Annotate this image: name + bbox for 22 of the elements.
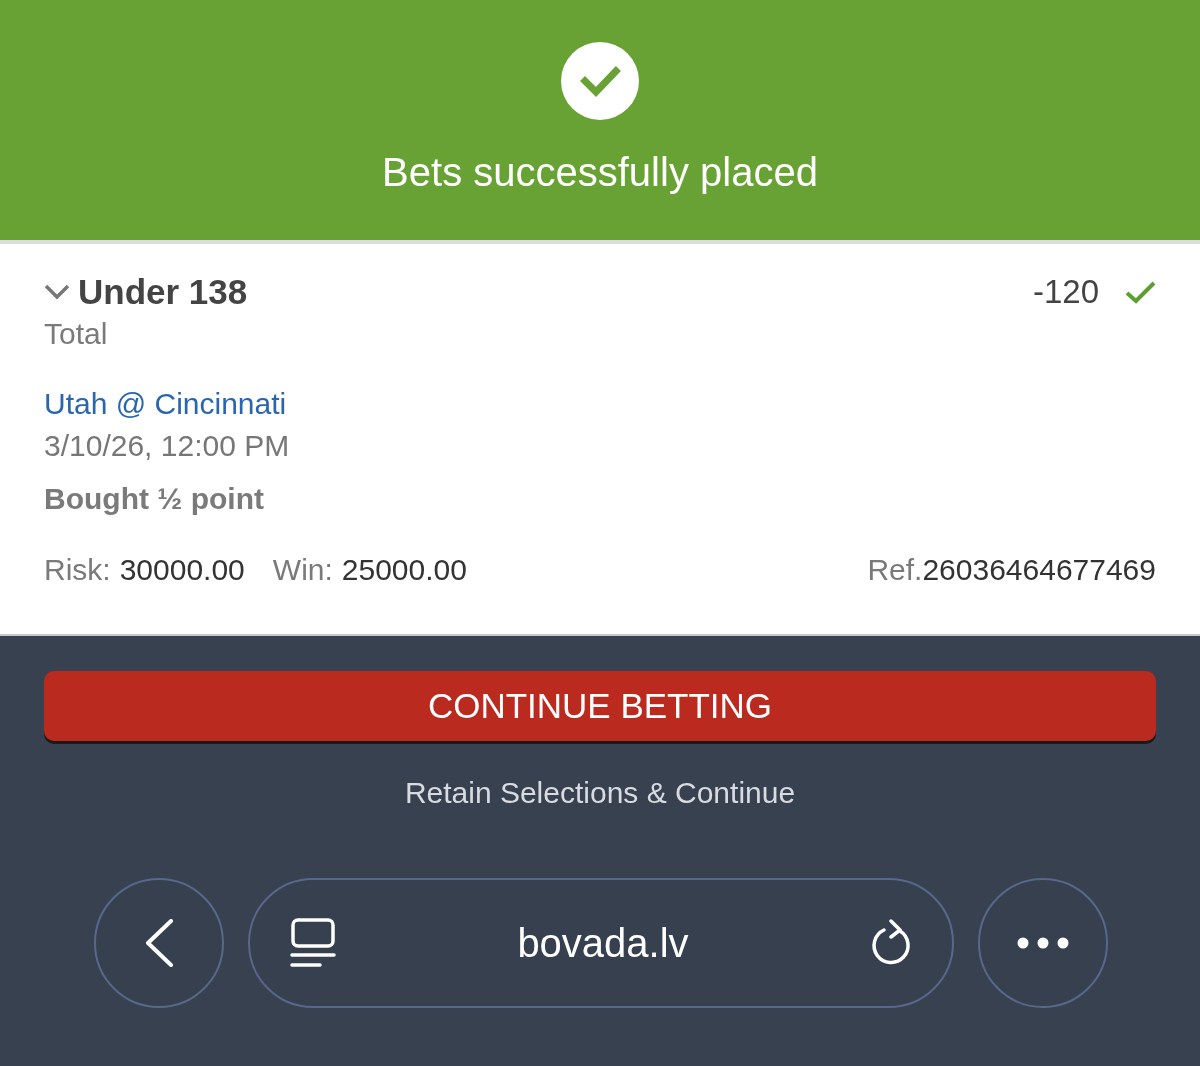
- more-icon: [1017, 937, 1069, 949]
- success-message: Bets successfully placed: [382, 149, 818, 196]
- event-link[interactable]: Utah @ Cincinnati: [44, 387, 287, 420]
- bet-selection: Under 138: [78, 271, 248, 313]
- risk-amount: 30000.00: [119, 552, 245, 588]
- ref-label: Ref.: [867, 552, 923, 588]
- retain-selections-link[interactable]: Retain Selections & Continue: [404, 773, 796, 813]
- chevron-icon[interactable]: [44, 284, 70, 300]
- event-start-time: 3/10/26, 12:00 PM: [44, 428, 291, 464]
- risk-label: Risk:: [44, 552, 111, 588]
- page-menu-icon[interactable]: [290, 918, 336, 968]
- check-circle-icon: [561, 42, 639, 120]
- url-text: bovada.lv: [516, 920, 690, 967]
- bet-note: Bought ½ point: [44, 481, 265, 517]
- bet-market: Total: [44, 316, 109, 352]
- bet-odds: -120: [1032, 272, 1099, 312]
- win-label: Win:: [272, 552, 333, 588]
- address-bar[interactable]: bovada.lv: [248, 878, 954, 1008]
- ref-number: 26036464677469: [922, 552, 1156, 588]
- win-amount: 25000.00: [341, 552, 467, 588]
- reload-icon[interactable]: [870, 919, 912, 967]
- continue-betting-button[interactable]: CONTINUE BETTING: [44, 671, 1156, 741]
